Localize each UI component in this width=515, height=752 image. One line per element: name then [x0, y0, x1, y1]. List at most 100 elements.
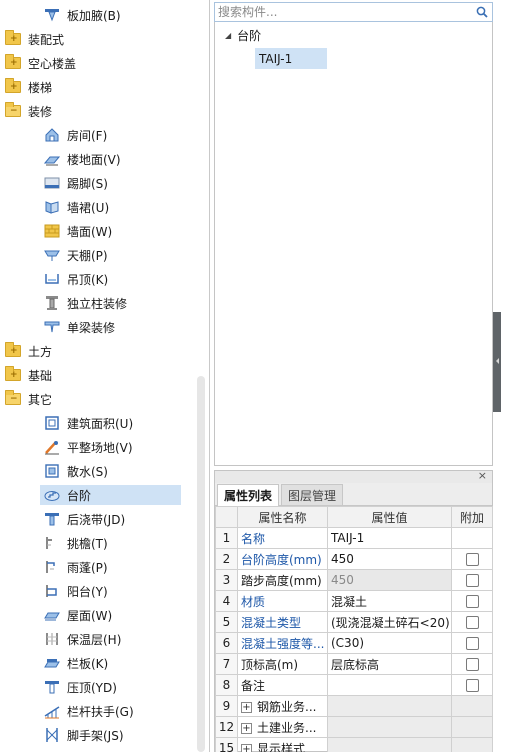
extra-cell [451, 716, 493, 738]
expand-arrow-icon[interactable] [496, 358, 499, 364]
tree-item[interactable]: 栏杆扶手(G) [0, 699, 200, 723]
property-value[interactable]: (现浇混凝土碎石<20) [327, 611, 452, 633]
tab-layer-management[interactable]: 图层管理 [281, 484, 344, 505]
property-row[interactable]: 3 踏步高度(mm) 450 [215, 569, 493, 591]
tree-label: 栏板(K) [67, 656, 109, 671]
tree-item[interactable]: 房间(F) [0, 123, 200, 147]
header-property-name: 属性名称 [237, 506, 328, 528]
tree-label: 楼地面(V) [67, 152, 121, 167]
panel-divider[interactable] [209, 0, 210, 752]
tree-item[interactable]: 阳台(Y) [0, 579, 200, 603]
tree-item[interactable]: 压顶(YD) [0, 675, 200, 699]
tree-item[interactable]: 栏板(K) [0, 651, 200, 675]
property-value[interactable]: 混凝土 [327, 590, 452, 612]
extra-checkbox[interactable] [465, 574, 479, 587]
property-value[interactable]: 450 [327, 569, 452, 591]
tree-item[interactable]: 散水(S) [0, 459, 200, 483]
tree-item[interactable]: 单梁装修 [0, 315, 200, 339]
tree-item[interactable]: 墙面(W) [0, 219, 200, 243]
tree-label: 板加腋(B) [67, 8, 121, 23]
property-row[interactable]: 2 台阶高度(mm) 450 [215, 548, 493, 570]
tree-item[interactable]: 雨蓬(P) [0, 555, 200, 579]
tree-item[interactable]: 楼地面(V) [0, 147, 200, 171]
search-icon[interactable] [474, 4, 490, 20]
property-value[interactable] [327, 674, 452, 696]
tree-category[interactable]: − 装修 [0, 99, 200, 123]
tree-item[interactable]: 板加腋(B) [0, 3, 200, 27]
tree-category[interactable]: − 其它 [0, 387, 200, 411]
skirting-icon [43, 174, 61, 192]
property-group-row[interactable]: 12 + 土建业务... [215, 716, 493, 738]
property-row[interactable]: 5 混凝土类型 (现浇混凝土碎石<20) [215, 611, 493, 633]
tree-item[interactable]: 天棚(P) [0, 243, 200, 267]
expand-plus-icon[interactable]: + [241, 743, 252, 752]
tree-label: 建筑面积(U) [67, 416, 134, 431]
property-group-row[interactable]: 9 + 钢筋业务... [215, 695, 493, 717]
tree-item[interactable]: 墙裙(U) [0, 195, 200, 219]
tree-scrollbar[interactable] [197, 376, 205, 752]
board-haunch-icon [43, 6, 61, 24]
property-value[interactable]: TAIJ-1 [327, 527, 452, 549]
property-row[interactable]: 1 名称 TAIJ-1 [215, 527, 493, 549]
extra-checkbox[interactable] [465, 616, 479, 629]
row-index: 12 [215, 716, 238, 738]
tree-category[interactable]: + 基础 [0, 363, 200, 387]
extra-checkbox[interactable] [465, 658, 479, 671]
tree-item[interactable]: 脚手架(JS) [0, 723, 200, 747]
expand-plus-icon[interactable]: + [241, 701, 252, 713]
property-name: 备注 [237, 674, 328, 696]
tree-label: 台阶 [67, 488, 92, 503]
extra-cell [451, 632, 493, 654]
tree-item[interactable]: 挑檐(T) [0, 531, 200, 555]
folder-icon: + [4, 54, 22, 72]
close-icon[interactable]: × [478, 469, 487, 482]
tab-property-list[interactable]: 属性列表 [217, 484, 280, 506]
property-name: + 钢筋业务... [237, 695, 328, 717]
extra-checkbox[interactable] [465, 595, 479, 608]
tree-item[interactable]: 踢脚(S) [0, 171, 200, 195]
tree-item[interactable]: 平整场地(V) [0, 435, 200, 459]
group-label: 土建业务... [257, 720, 317, 735]
extra-cell [451, 548, 493, 570]
extra-checkbox[interactable] [465, 553, 479, 566]
tree-category[interactable]: + 土方 [0, 339, 200, 363]
search-input[interactable] [215, 4, 474, 20]
property-group-row[interactable]: 15 + 显示样式 [215, 737, 493, 752]
tree-category[interactable]: + 楼梯 [0, 75, 200, 99]
extra-checkbox[interactable] [465, 637, 479, 650]
tree-label: 天棚(P) [67, 248, 108, 263]
property-row[interactable]: 8 备注 [215, 674, 493, 696]
expand-plus-icon[interactable]: + [241, 722, 252, 734]
property-row[interactable]: 4 材质 混凝土 [215, 590, 493, 612]
tree-label: 踢脚(S) [67, 176, 108, 191]
collapse-arrow-icon[interactable]: ◢ [225, 31, 231, 40]
property-value[interactable]: 层底标高 [327, 653, 452, 675]
property-value [327, 695, 452, 717]
tree-category[interactable]: + 空心楼盖 [0, 51, 200, 75]
folder-open-icon: − [4, 390, 22, 408]
property-value[interactable]: (C30) [327, 632, 452, 654]
tree-item[interactable]: 保温层(H) [0, 627, 200, 651]
property-row[interactable]: 6 混凝土强度等... (C30) [215, 632, 493, 654]
tree-item[interactable]: 屋面(W) [0, 603, 200, 627]
tree-item[interactable]: 建筑面积(U) [0, 411, 200, 435]
tree-category[interactable]: + 装配式 [0, 27, 200, 51]
apron-icon [43, 462, 61, 480]
property-value [327, 716, 452, 738]
property-value[interactable]: 450 [327, 548, 452, 570]
tree-label: 阳台(Y) [67, 584, 108, 599]
extra-cell [451, 737, 493, 752]
component-list-tree: ◢ 台阶 TAIJ-1 [214, 22, 493, 466]
component-item-taij-1[interactable]: TAIJ-1 [255, 48, 327, 69]
tree-item[interactable]: 吊顶(K) [0, 267, 200, 291]
component-group-steps[interactable]: ◢ 台阶 [225, 27, 261, 44]
tree-item[interactable]: 独立柱装修 [0, 291, 200, 315]
tree-item[interactable]: 台阶 [0, 483, 200, 507]
building-area-icon [43, 414, 61, 432]
room-icon [43, 126, 61, 144]
roof-icon [43, 606, 61, 624]
extra-checkbox[interactable] [465, 679, 479, 692]
property-row[interactable]: 7 顶标高(m) 层底标高 [215, 653, 493, 675]
tree-item[interactable]: 后浇带(JD) [0, 507, 200, 531]
component-search [214, 2, 493, 22]
